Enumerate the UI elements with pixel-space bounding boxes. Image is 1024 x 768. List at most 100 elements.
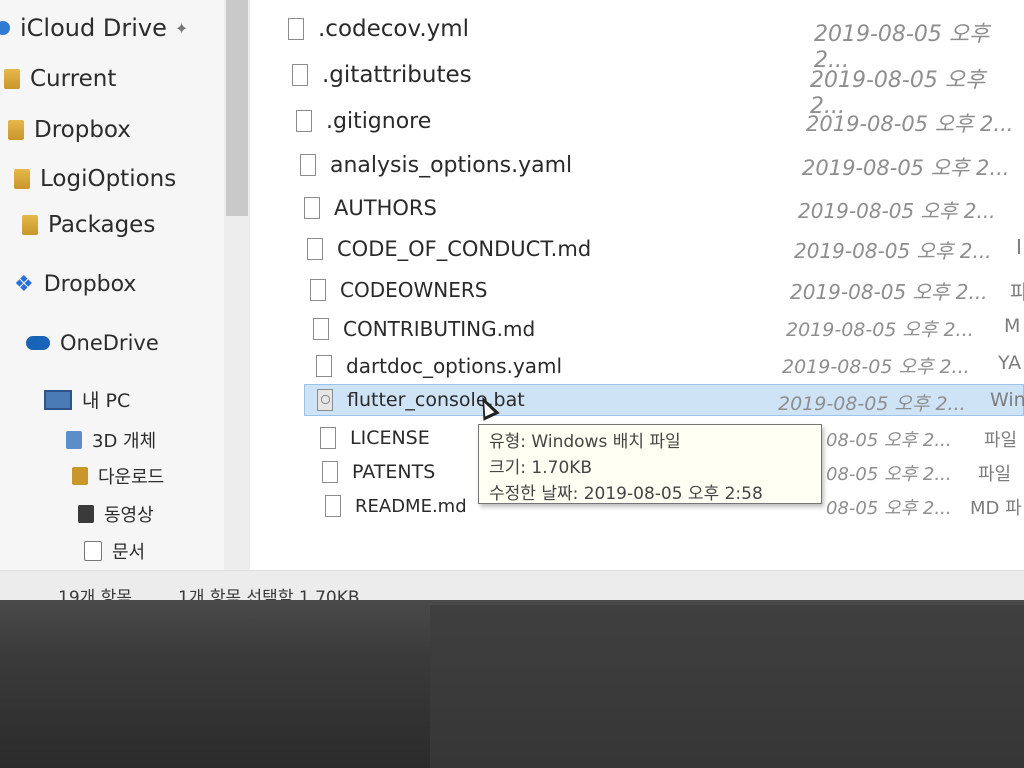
nav-item-label: iCloud Drive	[20, 14, 167, 42]
nav-item-logioptions[interactable]: LogiOptions	[14, 166, 176, 192]
file-info-tooltip: 유형: Windows 배치 파일 크기: 1.70KB 수정한 날짜: 201…	[478, 424, 822, 504]
videos-icon	[78, 505, 94, 523]
file-type: YA	[998, 352, 1022, 374]
pc-icon	[44, 389, 72, 410]
navigation-pane: iCloud Drive ✦ Current Dropbox LogiOptio…	[0, 0, 250, 570]
monitor-bezel-shadow	[430, 605, 1024, 768]
nav-item-3d-objects[interactable]: 3D 개체	[66, 427, 156, 453]
file-type: 파	[1010, 280, 1024, 304]
nav-item-label: 내 PC	[82, 390, 131, 412]
tooltip-type: 유형: Windows 배치 파일	[489, 432, 681, 452]
file-name: PATENTS	[352, 461, 436, 483]
file-type: MD 파	[970, 498, 1022, 519]
folder-icon	[14, 169, 30, 189]
tooltip-modified: 수정한 날짜: 2019-08-05 오후 2:58	[489, 484, 763, 504]
file-type: I	[1016, 235, 1022, 259]
file-icon	[307, 238, 323, 260]
file-type: 파일	[984, 430, 1018, 451]
icloud-icon	[0, 21, 10, 35]
dropbox-icon: ❖	[14, 272, 34, 297]
file-date: 2019-08-05 오후 2...	[794, 239, 992, 263]
file-row-analysis-options[interactable]: analysis_options.yaml	[300, 150, 572, 180]
nav-item-label: 문서	[112, 542, 146, 563]
file-name: .gitignore	[326, 108, 432, 134]
nav-scrollbar-thumb[interactable]	[226, 0, 248, 216]
nav-item-onedrive[interactable]: OneDrive	[26, 331, 159, 355]
file-icon	[296, 110, 312, 132]
file-date: 2019-08-05 오후 2...	[778, 393, 966, 415]
nav-item-dropbox[interactable]: ❖ Dropbox	[14, 272, 136, 297]
file-row-gitattributes[interactable]: .gitattributes	[292, 60, 472, 90]
nav-item-current[interactable]: Current	[4, 66, 116, 92]
nav-item-videos[interactable]: 동영상	[78, 501, 154, 527]
nav-item-label: Packages	[48, 212, 156, 238]
file-date: 2019-08-05 오후 2...	[798, 199, 996, 223]
file-icon	[310, 279, 326, 301]
nav-item-label: Dropbox	[43, 272, 137, 297]
pin-icon[interactable]: ✦	[175, 19, 188, 38]
file-icon	[313, 318, 329, 340]
file-name: .gitattributes	[322, 62, 472, 88]
nav-item-label: LogiOptions	[40, 166, 177, 192]
file-name: CODEOWNERS	[340, 278, 488, 302]
batch-file-icon	[317, 389, 333, 411]
documents-icon	[84, 541, 102, 561]
file-icon	[325, 495, 341, 517]
folder-icon	[4, 69, 20, 89]
file-date: 2019-08-05 오후 2...	[802, 156, 1010, 180]
file-name: dartdoc_options.yaml	[346, 354, 563, 378]
nav-item-label: OneDrive	[60, 331, 159, 355]
file-date: 2019-08-05 오후 2...	[806, 112, 1014, 136]
file-row-contributing[interactable]: CONTRIBUTING.md	[313, 314, 535, 344]
file-date: 08-05 오후 2...	[826, 464, 952, 485]
file-date: 2019-08-05 오후 2...	[790, 280, 988, 304]
nav-item-label: 다운로드	[98, 467, 165, 488]
file-row-authors[interactable]: AUTHORS	[304, 193, 437, 223]
folder-icon	[22, 215, 38, 235]
downloads-icon	[72, 467, 88, 485]
file-name: LICENSE	[350, 427, 430, 449]
file-row-readme[interactable]: README.md	[325, 491, 467, 521]
file-type: 파일	[978, 464, 1012, 485]
file-date: 2019-08-05 오후 2...	[782, 356, 970, 378]
file-row-codecov[interactable]: .codecov.yml	[288, 14, 469, 44]
tooltip-size: 크기: 1.70KB	[489, 458, 593, 478]
file-row-codeowners[interactable]: CODEOWNERS	[310, 275, 487, 305]
file-name: CODE_OF_CONDUCT.md	[337, 237, 592, 261]
file-type: Win	[990, 389, 1024, 411]
file-row-dartdoc-options[interactable]: dartdoc_options.yaml	[316, 351, 562, 381]
file-type: M	[1004, 315, 1021, 337]
file-name: CONTRIBUTING.md	[343, 317, 536, 341]
nav-scrollbar[interactable]	[224, 0, 250, 570]
file-row-patents[interactable]: PATENTS	[322, 457, 435, 487]
file-icon	[292, 64, 308, 86]
file-name: AUTHORS	[334, 196, 437, 220]
file-name: flutter_console.bat	[347, 389, 525, 411]
3d-objects-icon	[66, 431, 82, 449]
nav-item-label: Dropbox	[34, 117, 131, 143]
nav-item-label: 동영상	[104, 505, 154, 526]
file-icon	[316, 355, 332, 377]
file-date: 2019-08-05 오후 2...	[786, 319, 974, 341]
file-icon	[320, 427, 336, 449]
file-name: analysis_options.yaml	[330, 152, 573, 178]
file-icon	[322, 461, 338, 483]
file-name: README.md	[355, 495, 467, 517]
nav-item-label: Current	[30, 66, 117, 92]
file-row-license[interactable]: LICENSE	[320, 423, 430, 453]
nav-item-packages[interactable]: Packages	[22, 212, 155, 238]
onedrive-cloud-icon	[26, 336, 50, 350]
file-row-gitignore[interactable]: .gitignore	[296, 106, 431, 136]
file-row-code-of-conduct[interactable]: CODE_OF_CONDUCT.md	[307, 234, 591, 264]
nav-item-icloud-drive[interactable]: iCloud Drive ✦	[0, 14, 188, 42]
file-icon	[304, 197, 320, 219]
nav-item-label: 3D 개체	[92, 431, 157, 452]
nav-item-documents[interactable]: 문서	[84, 538, 145, 564]
nav-item-dropbox-folder[interactable]: Dropbox	[8, 117, 131, 143]
file-icon	[300, 154, 316, 176]
nav-item-this-pc[interactable]: 내 PC	[44, 386, 130, 413]
folder-icon	[8, 120, 24, 140]
file-icon	[288, 18, 304, 40]
file-date: 08-05 오후 2...	[826, 498, 952, 519]
nav-item-downloads[interactable]: 다운로드	[72, 463, 164, 489]
